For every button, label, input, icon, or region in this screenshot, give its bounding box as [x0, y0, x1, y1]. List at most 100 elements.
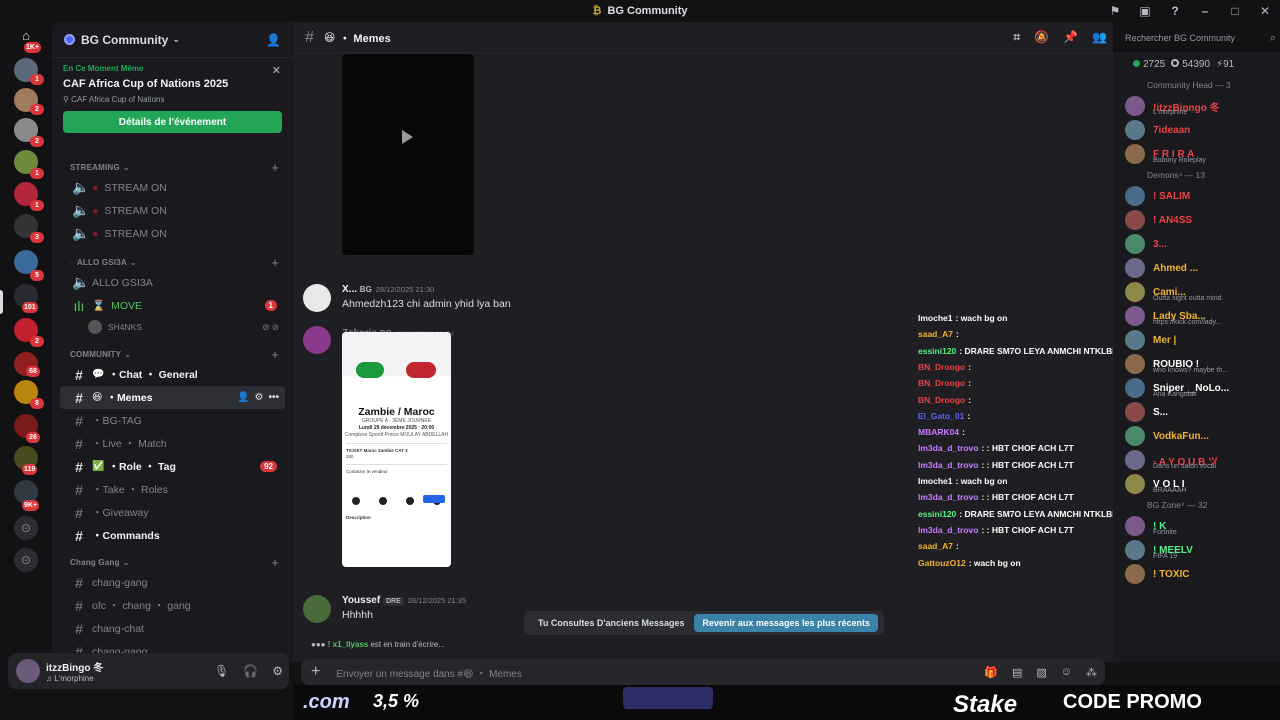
avatar	[1125, 474, 1145, 494]
category-chang-gang[interactable]: Chang Gang ⌄ +	[52, 553, 293, 571]
server-tag: DRE	[382, 597, 404, 606]
voice-channel[interactable]: 🔈 ● STREAM ON	[60, 199, 285, 222]
ticket-group: GROUPE A · 3ÈME JOURNÉE	[361, 418, 432, 424]
channel-text[interactable]: # ・ Giveaway	[60, 501, 285, 524]
screenshot-attachment[interactable]: Zambie / Maroc GROUPE A · 3ÈME JOURNÉE L…	[342, 332, 451, 567]
add-attachment-icon[interactable]: +	[311, 663, 320, 681]
add-channel-icon[interactable]: +	[271, 347, 279, 362]
event-details-button[interactable]: Détails de l'événement	[63, 111, 282, 133]
ticket-description: Description	[346, 515, 371, 520]
member-item[interactable]: VodkaFun...	[1113, 424, 1280, 448]
separator: ・	[92, 507, 103, 519]
invite-icon[interactable]: 👤	[237, 392, 249, 403]
add-server-icon[interactable]: ⊙	[14, 516, 38, 540]
emoji-icon[interactable]: ☺	[1061, 666, 1072, 679]
invite-people-icon[interactable]: 👤	[266, 33, 281, 47]
category-allo[interactable]: · ALLO GSI3A ⌄ +	[52, 253, 293, 271]
member-item[interactable]: 3...	[1113, 232, 1280, 256]
member-item[interactable]: Sniper__NoLo... Ana Kangolak	[1113, 376, 1280, 400]
message-author[interactable]: Youssef DRE 28/12/2025 21:35	[342, 595, 466, 606]
promo-code: CODE PROMO	[1063, 691, 1202, 713]
apps-icon[interactable]: ⁂	[1086, 666, 1097, 679]
member-item[interactable]: Mer |	[1113, 328, 1280, 352]
voice-channel[interactable]: 🔈 ● STREAM ON	[60, 176, 285, 199]
message-composer[interactable]: + Envoyer un message dans #😆 ・ Memes 🎁 ▤…	[301, 659, 1105, 685]
inbox-icon[interactable]: ⚑	[1100, 4, 1130, 18]
voice-member[interactable]: SH4NKS ⊘ ⊘	[52, 317, 293, 337]
channel-active[interactable]: # 😆 ・ Memes 👤 ⚙ •••	[60, 386, 285, 409]
jump-to-present-button[interactable]: Revenir aux messages les plus récents	[694, 614, 878, 632]
voice-channel-allo[interactable]: 🔈 ALLO GSI3A	[60, 271, 285, 294]
microphone-icon[interactable]: 🎙	[214, 664, 229, 678]
gif-icon[interactable]: ▤	[1012, 666, 1022, 679]
category-label: Chang Gang	[70, 557, 120, 567]
gift-icon[interactable]: 🎁	[984, 666, 998, 679]
voice-channel-move[interactable]: ılı ⌛ MOVE 1	[60, 294, 285, 317]
pin-icon[interactable]: 📌	[1063, 30, 1078, 45]
member-item[interactable]: !itzzBinngo 冬 L'morphine	[1113, 94, 1280, 118]
close-icon[interactable]: ✕	[272, 64, 281, 77]
threads-icon[interactable]: ⌗	[1013, 30, 1020, 45]
chevron-down-icon: ⌄	[129, 257, 137, 267]
more-icon[interactable]: •••	[268, 392, 279, 403]
message-author[interactable]: X... BG 28/12/2025 21:30	[342, 284, 434, 295]
video-embed[interactable]	[342, 54, 474, 255]
discover-icon[interactable]: ⊙	[14, 548, 38, 572]
overlay-chat-line: BN_Droogo:	[918, 378, 971, 388]
settings-gear-icon[interactable]: ⚙	[272, 664, 283, 678]
member-item[interactable]: Cami... Outta sight outta mind	[1113, 280, 1280, 304]
avatar[interactable]	[303, 326, 331, 354]
search-input[interactable]: Rechercher BG Community ⌕	[1113, 27, 1280, 49]
member-item[interactable]: 7ideaan	[1113, 118, 1280, 142]
member-item[interactable]: ! SALIM	[1113, 184, 1280, 208]
avatar[interactable]	[16, 659, 40, 683]
member-item[interactable]: ! MEELV FIFA 19	[1113, 538, 1280, 562]
maximize-button[interactable]: □	[1220, 4, 1250, 18]
add-channel-icon[interactable]: +	[271, 555, 279, 570]
guild-header[interactable]: BG Community ⌄ 👤	[52, 22, 293, 58]
voice-channel[interactable]: 🔈 ● STREAM ON	[60, 222, 285, 245]
member-item[interactable]: V O L I BRAAAAH	[1113, 472, 1280, 496]
avatar	[1125, 402, 1145, 422]
settings-gear-icon[interactable]: ⚙	[255, 392, 264, 403]
overlay-chat-line: lm3da_d_trovo: : HBT CHOF ACH L7T	[918, 492, 1074, 502]
channel-text[interactable]: # ・ Commands	[60, 524, 285, 547]
member-item[interactable]: ! K Fortnite	[1113, 514, 1280, 538]
members-icon[interactable]: 👥	[1092, 30, 1107, 45]
category-streaming[interactable]: STREAMING ⌄ +	[52, 158, 293, 176]
help-icon[interactable]: ?	[1160, 4, 1190, 18]
sticker-icon[interactable]: ▨	[1036, 666, 1046, 679]
overlay-text: :	[968, 361, 972, 372]
separator: ・	[106, 392, 117, 404]
member-item[interactable]: ! AN4SS	[1113, 208, 1280, 232]
text-channel[interactable]: # chang-chat	[60, 617, 285, 640]
channel-text[interactable]: # 💬 ・ Chat ・ General	[60, 363, 285, 386]
text-channel[interactable]: # chang-gang	[60, 571, 285, 594]
member-item[interactable]: S...	[1113, 400, 1280, 424]
text-channel[interactable]: # ofc ・ chang ・ gang	[60, 594, 285, 617]
add-channel-icon[interactable]: +	[271, 255, 279, 270]
member-item[interactable]: Ahmed ...	[1113, 256, 1280, 280]
channel-text[interactable]: # ✅ ・ Role ・ Tag 92	[60, 455, 285, 478]
play-icon[interactable]	[402, 130, 413, 144]
member-item[interactable]: ROUBIO ! who knows? maybe th...	[1113, 352, 1280, 376]
avatar[interactable]	[303, 595, 331, 623]
mute-bell-icon[interactable]: 🔕	[1034, 30, 1049, 45]
avatar	[88, 320, 102, 334]
member-item[interactable]: Lady Sba... https://kick.com/lady...	[1113, 304, 1280, 328]
add-channel-icon[interactable]: +	[271, 160, 279, 175]
overlay-chat-line: saad_A7:	[918, 329, 959, 339]
avatar[interactable]	[303, 284, 331, 312]
category-community[interactable]: COMMUNITY ⌄ +	[52, 345, 293, 363]
overlay-text: : wach bg on	[955, 476, 1008, 486]
channel-text[interactable]: # ・ Take ・ Roles	[60, 478, 285, 501]
channel-text[interactable]: # ・ BG-TAG	[60, 409, 285, 432]
monitor-icon[interactable]: ▣	[1130, 4, 1160, 18]
close-button[interactable]: ✕	[1250, 4, 1280, 18]
minimize-button[interactable]: –	[1190, 4, 1220, 18]
member-item[interactable]: F R I R A Bobony Roleplay	[1113, 142, 1280, 166]
headphones-icon[interactable]: 🎧	[243, 664, 258, 678]
member-item[interactable]: · A Y O U B ツ Dans un salon vocal	[1113, 448, 1280, 472]
channel-text[interactable]: # ・ Live ・ Match	[60, 432, 285, 455]
member-item[interactable]: ! TOXIC	[1113, 562, 1280, 586]
